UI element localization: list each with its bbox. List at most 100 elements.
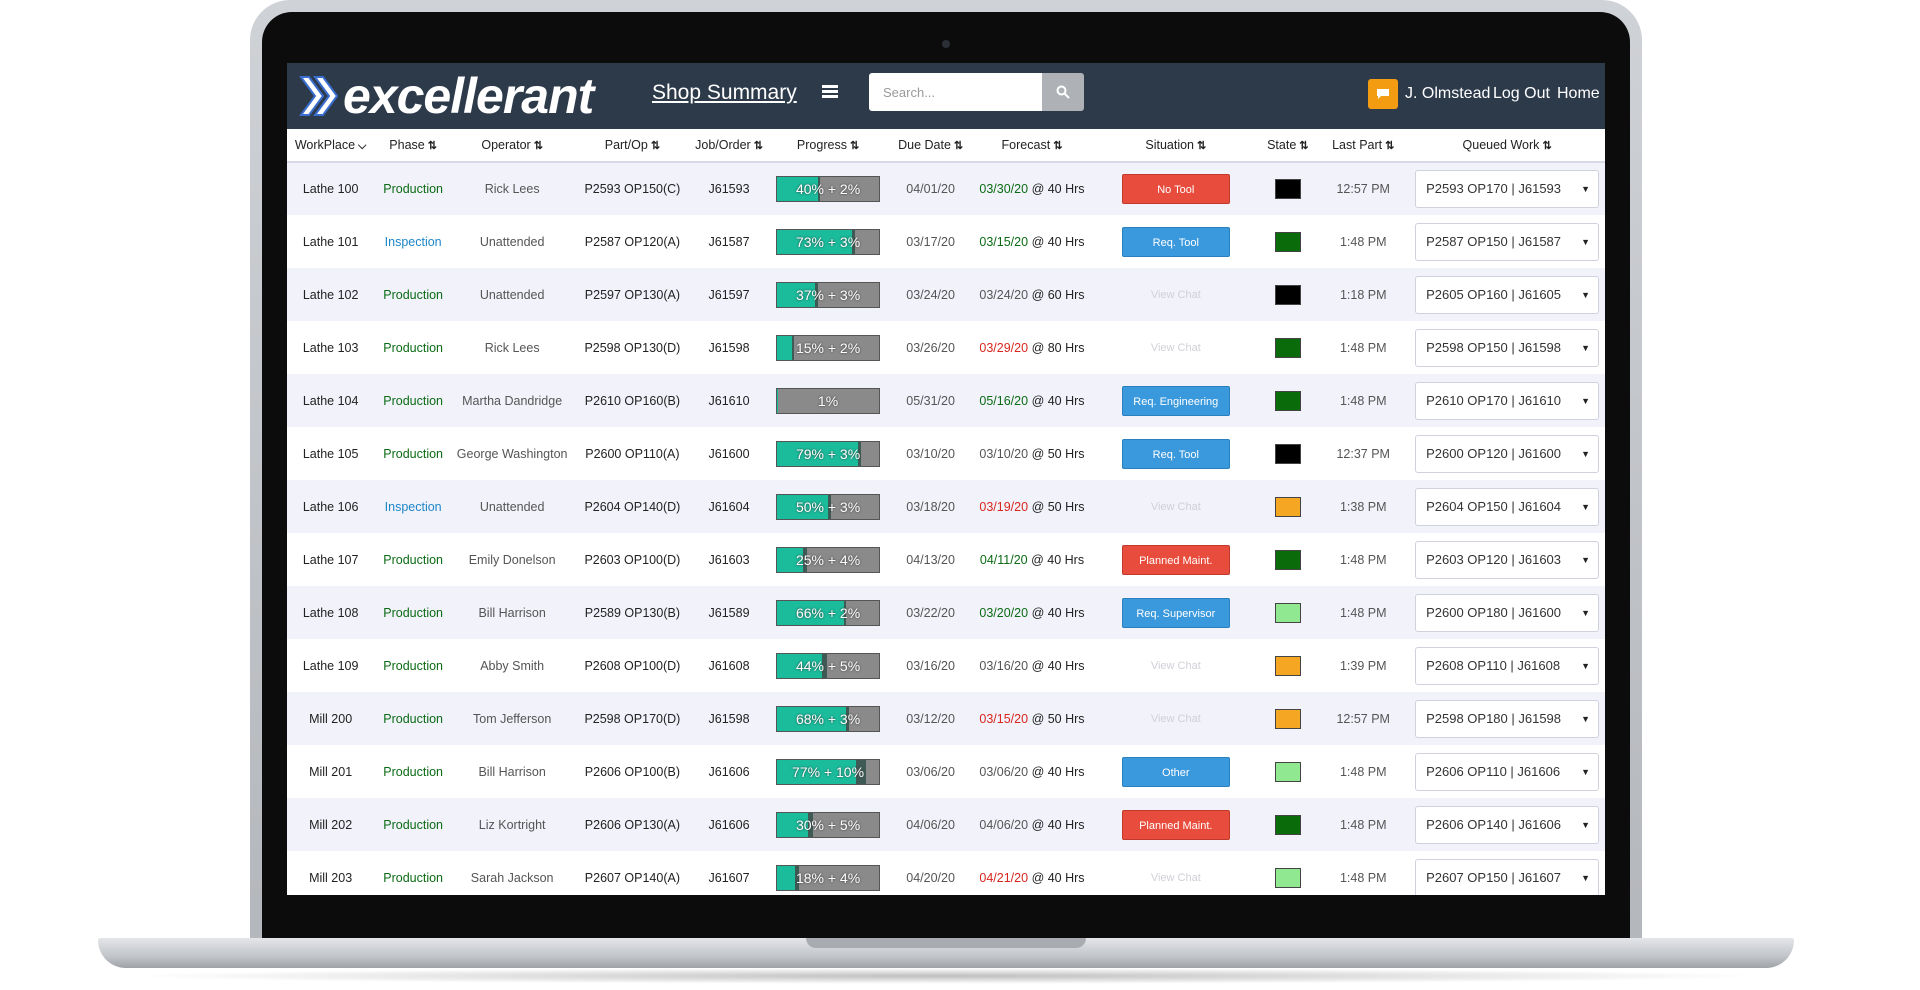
queued-work-select[interactable]: P2598 OP150 | J61598 ▼ (1415, 328, 1600, 367)
header-situation[interactable]: Situation ⇅ (1093, 129, 1259, 163)
last-part-cell: 1:18 PM (1339, 287, 1387, 302)
progress-label: 15% + 2% (795, 339, 861, 356)
situation-button[interactable]: Req. Supervisor (1121, 597, 1230, 628)
logo[interactable]: excellerant (299, 69, 594, 123)
workplace-cell[interactable]: Lathe 108 (287, 586, 374, 639)
queued-work-select[interactable]: P2587 OP150 | J61587 ▼ (1415, 222, 1600, 261)
part-op-cell: P2606 OP130(A) (584, 817, 680, 832)
queued-work-select[interactable]: P2608 OP110 | J61608 ▼ (1415, 646, 1600, 685)
table-row[interactable]: Mill 202 Production Liz Kortright P2606 OP1… (287, 798, 1605, 851)
table-row[interactable]: Mill 200 Production Tom Jefferson P2598 OP1… (287, 692, 1605, 745)
situation-button[interactable]: Req. Tool (1121, 438, 1230, 469)
workplace-cell[interactable]: Mill 203 (287, 851, 374, 895)
situation-button[interactable]: View Chat (1122, 492, 1230, 522)
workplace-cell[interactable]: Lathe 102 (287, 268, 374, 321)
state-indicator (1274, 284, 1301, 305)
header-last-part[interactable]: Last Part ⇅ (1317, 129, 1410, 163)
sort-icon: ⇅ (427, 140, 437, 152)
table-row[interactable]: Lathe 109 Production Abby Smith P2608 OP100… (287, 639, 1605, 692)
workplace-cell[interactable]: Mill 202 (287, 798, 374, 851)
header-part-op[interactable]: Part/Op ⇅ (572, 129, 693, 163)
operator-cell: Bill Harrison (478, 764, 546, 779)
list-menu-icon[interactable] (822, 85, 838, 99)
table-row[interactable]: Lathe 107 Production Emily Donelson P2603 O… (287, 533, 1605, 586)
header-progress[interactable]: Progress ⇅ (765, 129, 891, 163)
due-date-cell: 03/22/20 (906, 605, 955, 620)
workplace-cell[interactable]: Lathe 101 (287, 215, 374, 268)
table-row[interactable]: Lathe 102 Production Unattended P2597 OP130… (287, 268, 1605, 321)
table-row[interactable]: Lathe 106 Inspection Unattended P2604 OP140… (287, 480, 1605, 533)
queued-work-select[interactable]: P2604 OP150 | J61604 ▼ (1415, 487, 1600, 526)
situation-cell: View Chat (1093, 639, 1258, 692)
queued-work-cell: P2587 OP150 | J61587 ▼ (1409, 215, 1605, 268)
situation-button[interactable]: View Chat (1122, 333, 1230, 363)
table-row[interactable]: Lathe 105 Production George Washington P260… (287, 427, 1605, 480)
situation-button[interactable]: Req. Engineering (1121, 385, 1230, 416)
queued-work-select[interactable]: P2606 OP110 | J61606 ▼ (1415, 752, 1600, 791)
header-workplace[interactable]: WorkPlace ⌵ (287, 129, 375, 163)
workplace-cell[interactable]: Mill 201 (287, 745, 374, 798)
situation-button[interactable]: No Tool (1121, 174, 1230, 204)
search-input[interactable] (869, 73, 1042, 111)
queued-work-select[interactable]: P2605 OP160 | J61605 ▼ (1415, 275, 1600, 314)
workplace-cell[interactable]: Mill 200 (287, 692, 374, 745)
forecast-hours: @ 40 Hrs (1031, 182, 1085, 196)
situation-button[interactable]: Planned Maint. (1121, 544, 1230, 575)
page-title[interactable]: Shop Summary (652, 81, 797, 105)
header-due-date[interactable]: Due Date ⇅ (890, 129, 971, 163)
situation-button[interactable]: Planned Maint. (1121, 809, 1230, 840)
workplace-cell[interactable]: Lathe 107 (287, 533, 374, 586)
queued-work-select[interactable]: P2610 OP170 | J61610 ▼ (1415, 381, 1600, 420)
workplace-cell[interactable]: Lathe 103 (287, 321, 374, 374)
table-row[interactable]: Lathe 100 Production Rick Lees P2593 OP150(… (287, 162, 1605, 215)
situation-button[interactable]: View Chat (1122, 863, 1230, 893)
situation-button[interactable]: View Chat (1122, 651, 1230, 681)
part-op-cell: P2587 OP120(A) (584, 234, 680, 249)
search-button[interactable] (1042, 73, 1084, 111)
header-job-order[interactable]: Job/Order ⇅ (692, 129, 766, 163)
part-op-cell: P2597 OP130(A) (584, 287, 680, 302)
table-row[interactable]: Lathe 104 Production Martha Dandridge P2610… (287, 374, 1605, 427)
queued-work-select[interactable]: P2606 OP140 | J61606 ▼ (1415, 805, 1600, 844)
situation-button[interactable]: View Chat (1122, 280, 1230, 310)
state-cell (1258, 851, 1317, 895)
queued-work-select[interactable]: P2603 OP120 | J61603 ▼ (1415, 540, 1600, 579)
table-row[interactable]: Lathe 103 Production Rick Lees P2598 OP130(… (287, 321, 1605, 374)
queued-work-select[interactable]: P2607 OP150 | J61607 ▼ (1415, 858, 1600, 895)
operator-cell: Liz Kortright (478, 817, 546, 832)
workplace-cell[interactable]: Lathe 100 (287, 162, 374, 215)
forecast-date: 03/20/20 (979, 605, 1029, 620)
queued-work-select[interactable]: P2593 OP170 | J61593 ▼ (1415, 170, 1600, 208)
part-op-cell: P2598 OP170(D) (584, 711, 681, 726)
queued-work-select[interactable]: P2600 OP180 | J61600 ▼ (1415, 593, 1600, 632)
forecast-hours: @ 40 Hrs (1031, 870, 1085, 885)
queued-work-value: P2600 OP120 | J61600 (1426, 445, 1562, 461)
header-phase[interactable]: Phase ⇅ (374, 129, 453, 163)
workplace-cell[interactable]: Lathe 104 (287, 374, 374, 427)
situation-button[interactable]: Req. Tool (1121, 226, 1230, 257)
queued-work-select[interactable]: P2598 OP180 | J61598 ▼ (1415, 699, 1600, 738)
situation-button[interactable]: View Chat (1122, 704, 1230, 734)
workplace-cell[interactable]: Lathe 105 (287, 427, 374, 480)
situation-cell: Req. Supervisor (1093, 586, 1258, 639)
situation-button[interactable]: Other (1121, 756, 1230, 787)
table-row[interactable]: Lathe 108 Production Bill Harrison P2589 OP… (287, 586, 1605, 639)
table-row[interactable]: Mill 201 Production Bill Harrison P2606 OP1… (287, 745, 1605, 798)
queued-work-select[interactable]: P2600 OP120 | J61600 ▼ (1415, 434, 1600, 473)
state-cell (1258, 586, 1317, 639)
workplace-cell[interactable]: Lathe 106 (287, 480, 374, 533)
table-row[interactable]: Mill 203 Production Sarah Jackson P2607 OP1… (287, 851, 1605, 895)
table-row[interactable]: Lathe 101 Inspection Unattended P2587 OP120… (287, 215, 1605, 268)
header-queued-work[interactable]: Queued Work ⇅ (1409, 129, 1605, 163)
state-cell (1258, 745, 1317, 798)
header-operator[interactable]: Operator ⇅ (452, 129, 573, 163)
logout-link[interactable]: Log Out (1493, 85, 1550, 103)
user-name[interactable]: J. Olmstead (1405, 85, 1490, 103)
header-state[interactable]: State ⇅ (1258, 129, 1318, 163)
chat-button[interactable] (1368, 79, 1398, 109)
home-link[interactable]: Home (1557, 85, 1600, 103)
progress-bar: 1% (776, 387, 881, 414)
header-forecast[interactable]: Forecast ⇅ (970, 129, 1094, 163)
due-date-cell: 04/20/20 (906, 870, 955, 885)
workplace-cell[interactable]: Lathe 109 (287, 639, 374, 692)
